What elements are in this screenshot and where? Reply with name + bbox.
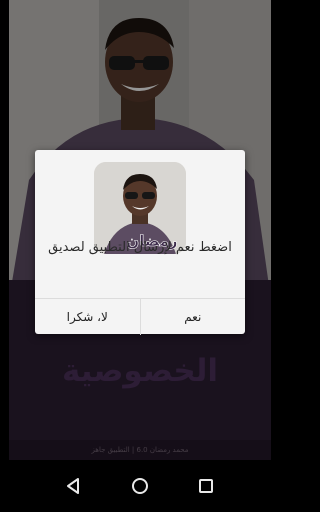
recents-icon[interactable] — [196, 476, 216, 496]
dialog-message: اضغط نعم لإرسال التطبيق لصديق — [48, 240, 232, 255]
system-nav-bar — [0, 460, 280, 512]
yes-button[interactable]: نعم — [139, 299, 246, 335]
share-dialog: رمضان اضغط نعم لإرسال التطبيق لصديق لا، … — [35, 150, 245, 335]
dialog-button-row: لا، شكرا نعم — [35, 298, 245, 335]
back-icon[interactable] — [64, 476, 84, 496]
no-thanks-button[interactable]: لا، شكرا — [35, 299, 140, 335]
home-icon[interactable] — [130, 476, 150, 496]
